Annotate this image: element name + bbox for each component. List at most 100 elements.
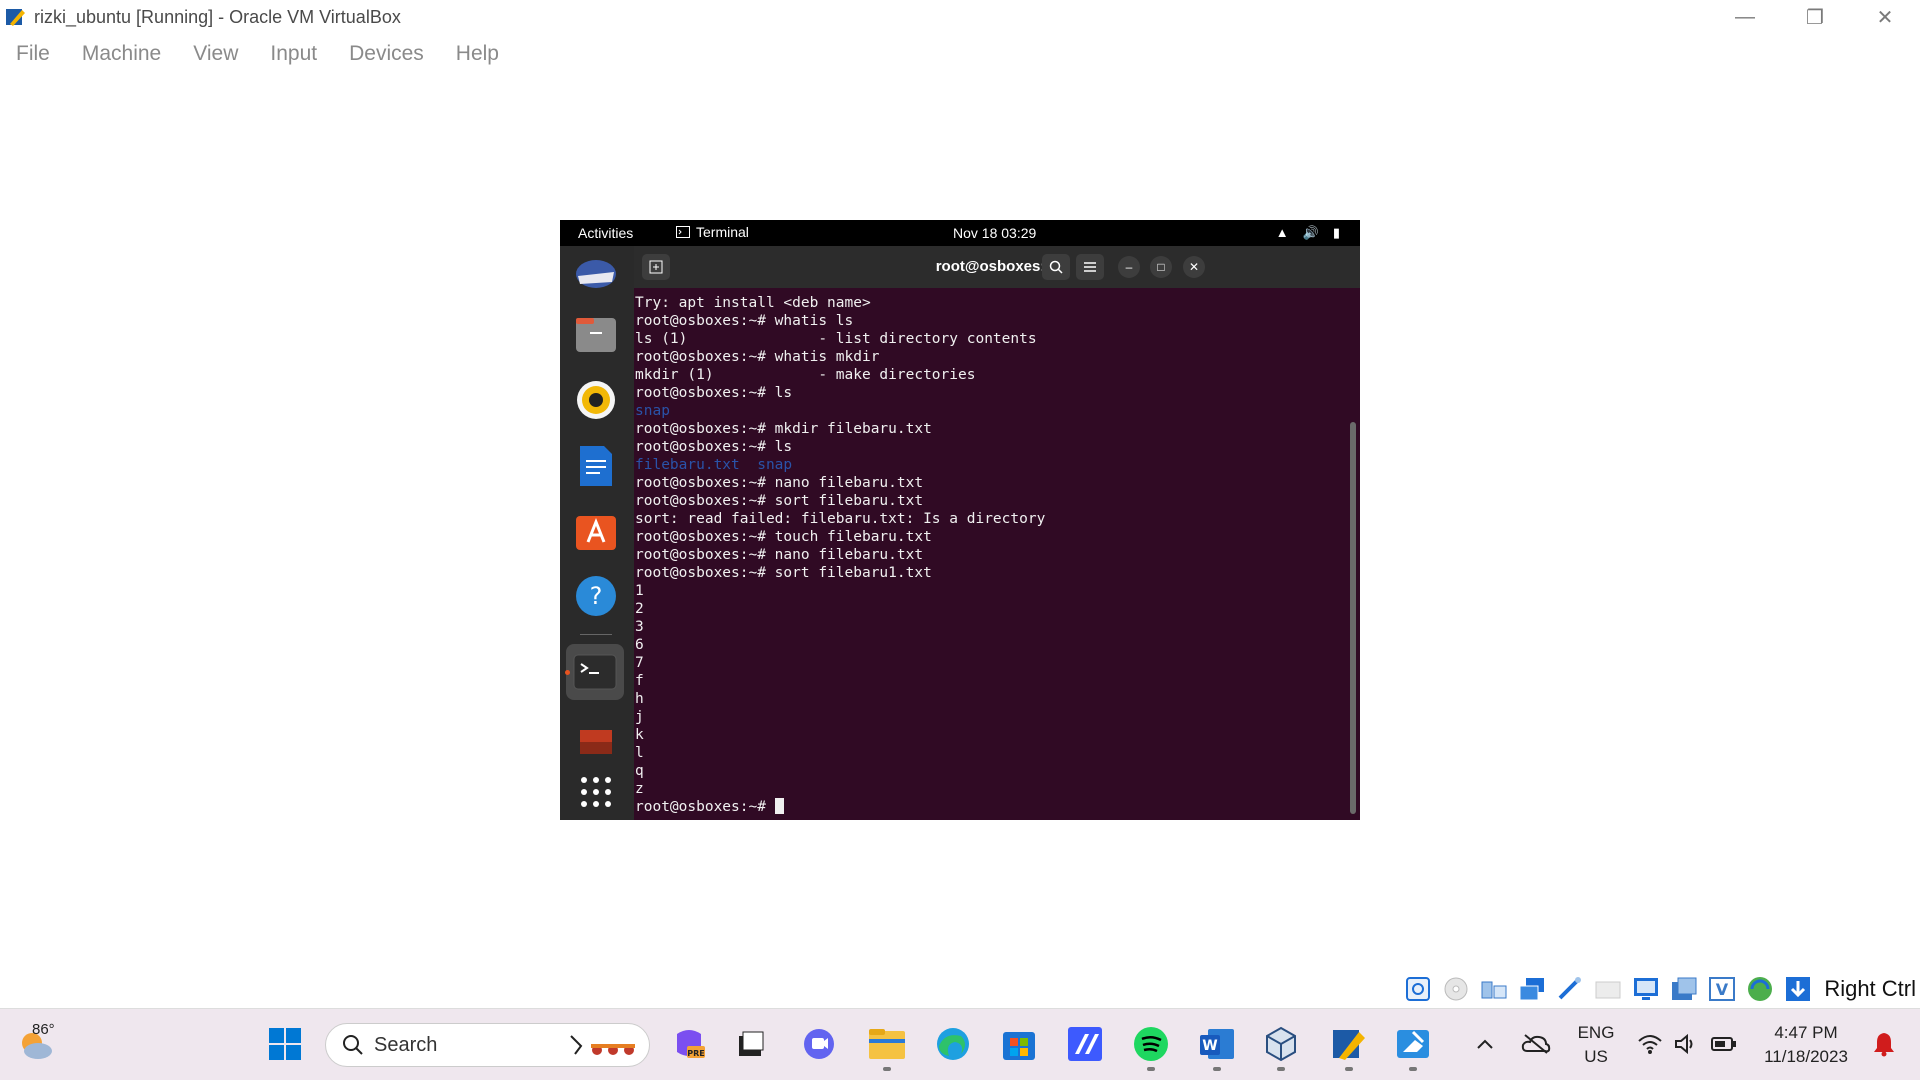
running-indicator xyxy=(1345,1067,1353,1071)
restore-button[interactable]: ❐ xyxy=(1780,0,1850,34)
terminal-line: root@osboxes:~# whatis ls xyxy=(635,313,854,329)
running-indicator xyxy=(883,1067,891,1071)
term-maximize-button[interactable]: □ xyxy=(1150,256,1172,278)
close-button[interactable]: ✕ xyxy=(1850,0,1920,34)
rhythmbox-icon[interactable] xyxy=(572,376,620,424)
files-icon[interactable] xyxy=(572,310,620,358)
app-center-icon[interactable] xyxy=(572,506,620,554)
svg-text:V: V xyxy=(1716,980,1729,999)
word-icon[interactable]: W xyxy=(1194,1021,1240,1071)
running-indicator xyxy=(565,670,570,675)
terminal-line: root@osboxes:~# whatis mkdir xyxy=(635,349,880,365)
terminal-line: root@osboxes:~# nano filebaru.txt xyxy=(635,475,924,491)
menu-view[interactable]: View xyxy=(193,42,238,66)
menu-machine[interactable]: Machine xyxy=(82,42,161,66)
terminal-line: root@osboxes:~# touch filebaru.txt xyxy=(635,529,932,545)
clock[interactable]: Nov 18 03:29 xyxy=(953,225,1036,241)
battery-icon[interactable] xyxy=(1704,1021,1744,1067)
audio-icon[interactable] xyxy=(1478,973,1510,1005)
hard-disk-icon[interactable] xyxy=(1402,973,1434,1005)
copilot-icon[interactable]: PRE xyxy=(666,1021,712,1067)
terminal-cursor xyxy=(774,798,784,814)
terminal-line: f xyxy=(635,673,644,689)
recording-icon[interactable] xyxy=(1668,973,1700,1005)
terminal-line: ls (1) - list directory contents xyxy=(635,331,1037,347)
trash-icon[interactable] xyxy=(572,716,620,764)
ubuntu-dock: ? xyxy=(560,246,634,820)
app-menu[interactable]: Terminal xyxy=(676,224,749,240)
region-label[interactable]: US xyxy=(1576,1047,1616,1067)
app-name: Terminal xyxy=(696,224,749,240)
terminal-line: q xyxy=(635,763,644,779)
svg-text:W: W xyxy=(1202,1038,1217,1054)
show-apps-icon[interactable] xyxy=(572,768,620,816)
search-highlight-icon xyxy=(570,1035,635,1055)
taskbar-search[interactable]: Search xyxy=(325,1023,650,1067)
terminal-scrollbar[interactable] xyxy=(1350,422,1356,814)
shared-folder-icon[interactable] xyxy=(1592,973,1624,1005)
menu-help[interactable]: Help xyxy=(456,42,499,66)
guest-additions-icon[interactable] xyxy=(1744,973,1776,1005)
search-placeholder: Search xyxy=(374,1033,438,1056)
battery-icon: ▮ xyxy=(1332,225,1340,240)
virtualbox-cube-icon[interactable] xyxy=(1258,1021,1304,1071)
display-icon[interactable] xyxy=(1630,973,1662,1005)
onedrive-offline-icon[interactable] xyxy=(1516,1021,1556,1067)
file-explorer-icon[interactable] xyxy=(864,1021,910,1071)
network-adapter-icon[interactable] xyxy=(1516,973,1548,1005)
terminal-line: filebaru.txt snap xyxy=(635,457,793,473)
svg-text:PRE: PRE xyxy=(687,1049,705,1058)
terminal-icon[interactable] xyxy=(566,644,624,700)
running-indicator xyxy=(1213,1067,1221,1071)
clock-time[interactable]: 4:47 PM xyxy=(1756,1023,1856,1043)
terminal-line: mkdir (1) - make directories xyxy=(635,367,976,383)
libreoffice-writer-icon[interactable] xyxy=(572,442,620,490)
virtualbox-vm-icon[interactable] xyxy=(1326,1021,1372,1071)
guest-screen[interactable]: Activities Terminal Nov 18 03:29 ▲ 🔊 ▮ ?… xyxy=(560,220,1360,820)
teams-chat-icon[interactable] xyxy=(796,1021,842,1067)
paint-icon[interactable] xyxy=(1390,1021,1436,1071)
terminal-small-icon xyxy=(676,226,690,238)
start-button[interactable] xyxy=(262,1021,308,1067)
svg-text:?: ? xyxy=(590,582,603,610)
terminal-line: 6 xyxy=(635,637,644,653)
hamburger-menu-button[interactable] xyxy=(1076,254,1104,280)
search-button[interactable] xyxy=(1042,254,1070,280)
volume-icon[interactable] xyxy=(1666,1021,1706,1067)
mouse-integration-icon[interactable] xyxy=(1782,973,1814,1005)
task-view-icon[interactable] xyxy=(728,1021,774,1067)
help-icon[interactable]: ? xyxy=(572,572,620,620)
microsoft-store-icon[interactable] xyxy=(996,1021,1042,1067)
edge-icon[interactable] xyxy=(930,1021,976,1067)
term-minimize-button[interactable]: – xyxy=(1118,256,1140,278)
host-key-label[interactable]: Right Ctrl xyxy=(1824,976,1916,1002)
notification-bell-icon[interactable] xyxy=(1864,1021,1904,1067)
dock-separator xyxy=(580,634,612,635)
menu-file[interactable]: File xyxy=(16,42,50,66)
terminal-line: snap xyxy=(635,403,670,419)
language-label[interactable]: ENG xyxy=(1576,1023,1616,1043)
terminal-line: root@osboxes:~# nano filebaru.txt xyxy=(635,547,924,563)
terminal-output[interactable]: Try: apt install <deb name> root@osboxes:… xyxy=(635,294,1345,816)
vt-x-icon[interactable]: V xyxy=(1706,973,1738,1005)
spotify-icon[interactable] xyxy=(1128,1021,1174,1071)
optical-drive-icon[interactable] xyxy=(1440,973,1472,1005)
activities-button[interactable]: Activities xyxy=(578,225,633,241)
show-hidden-icons-button[interactable] xyxy=(1468,1021,1502,1067)
search-icon xyxy=(1049,260,1063,274)
minimize-button[interactable]: — xyxy=(1710,0,1780,34)
terminal-prompt-line[interactable]: root@osboxes:~# xyxy=(635,798,1345,816)
menu-devices[interactable]: Devices xyxy=(349,42,424,66)
chevron-up-icon xyxy=(1477,1039,1493,1049)
system-tray[interactable]: ▲ 🔊 ▮ xyxy=(1276,225,1340,241)
wifi-icon[interactable] xyxy=(1630,1021,1670,1067)
thunderbird-icon[interactable] xyxy=(572,250,620,298)
vscode-like-icon[interactable] xyxy=(1062,1021,1108,1067)
terminal-line: root@osboxes:~# sort filebaru.txt xyxy=(635,493,924,509)
usb-icon[interactable] xyxy=(1554,973,1586,1005)
menu-input[interactable]: Input xyxy=(270,42,317,66)
clock-date[interactable]: 11/18/2023 xyxy=(1756,1047,1856,1067)
term-close-button[interactable]: ✕ xyxy=(1183,256,1205,278)
terminal-line: k xyxy=(635,727,644,743)
gnome-top-bar: Activities Terminal Nov 18 03:29 ▲ 🔊 ▮ xyxy=(560,220,1360,246)
